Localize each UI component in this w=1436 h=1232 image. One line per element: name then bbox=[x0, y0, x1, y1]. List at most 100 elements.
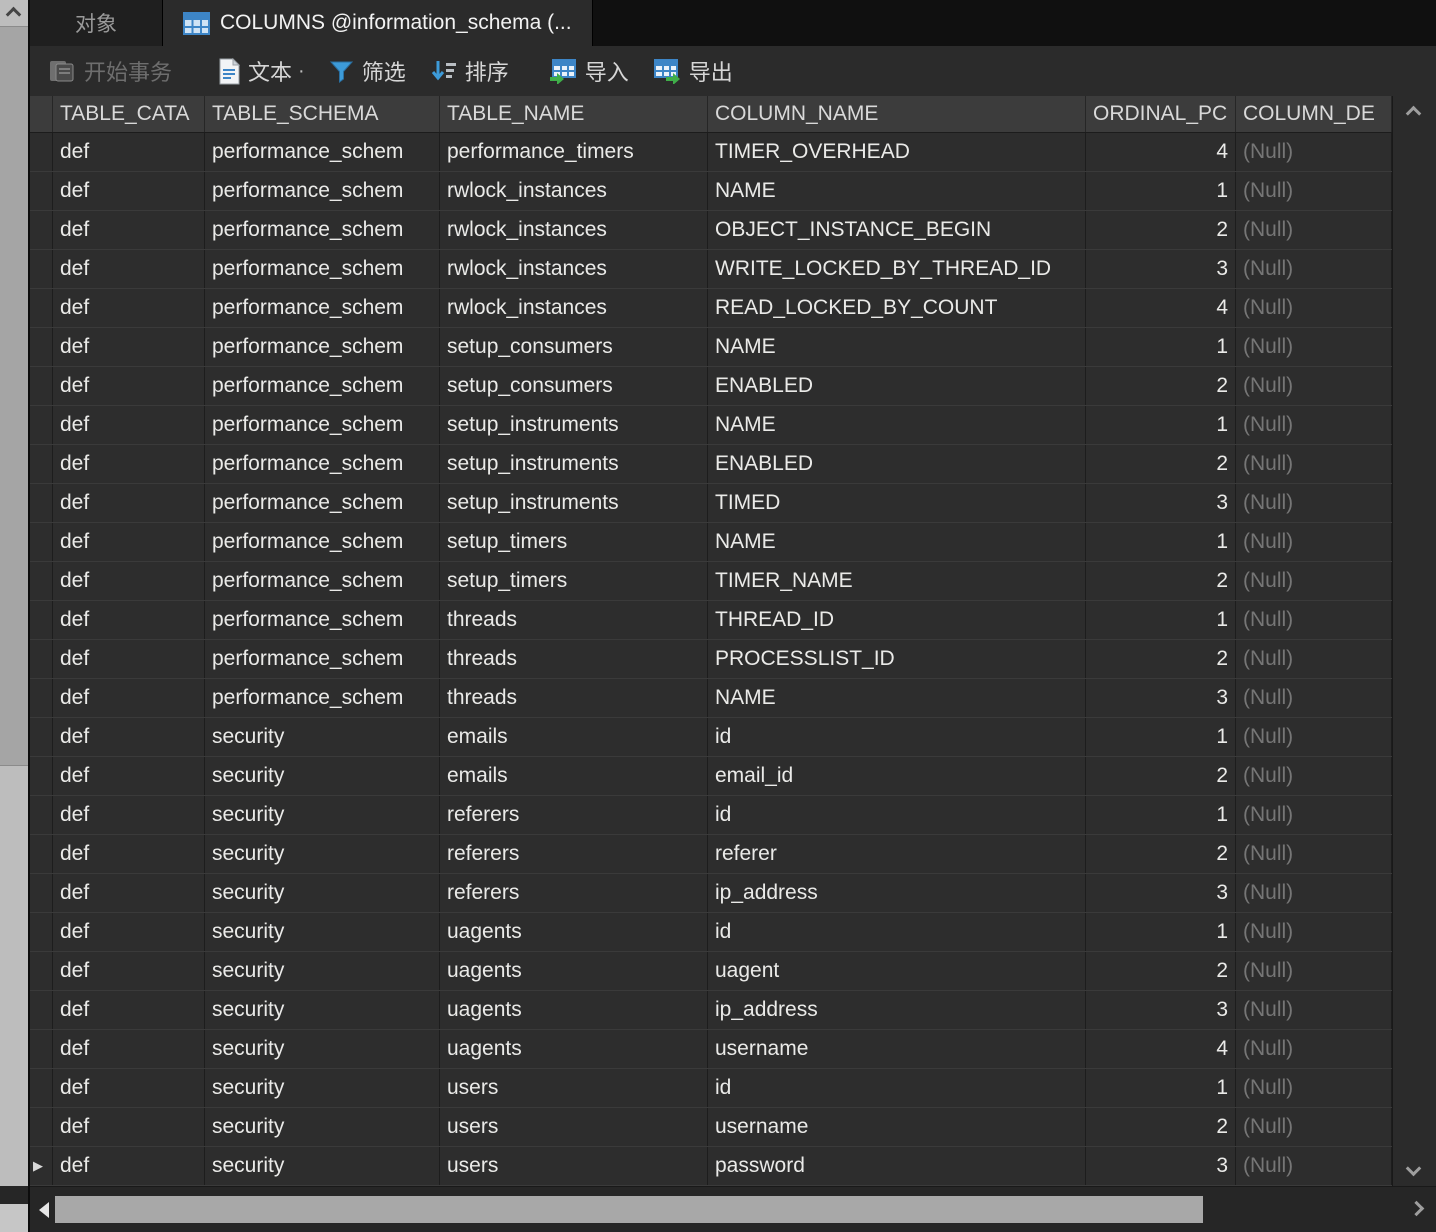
cell-table_catalog[interactable]: def bbox=[53, 952, 205, 990]
cell-table_schema[interactable]: performance_schem bbox=[205, 289, 440, 327]
table-row[interactable]: defperformance_schemsetup_consumersENABL… bbox=[30, 367, 1392, 406]
cell-table_name[interactable]: setup_instruments bbox=[440, 406, 708, 444]
table-row[interactable]: defperformance_schemthreadsTHREAD_ID1(Nu… bbox=[30, 601, 1392, 640]
cell-table_name[interactable]: setup_instruments bbox=[440, 484, 708, 522]
cell-table_catalog[interactable]: def bbox=[53, 874, 205, 912]
cell-table_catalog[interactable]: def bbox=[53, 835, 205, 873]
cell-table_catalog[interactable]: def bbox=[53, 679, 205, 717]
cell-column_name[interactable]: id bbox=[708, 718, 1086, 756]
cell-table_catalog[interactable]: def bbox=[53, 289, 205, 327]
cell-column_default[interactable]: (Null) bbox=[1236, 913, 1392, 951]
cell-table_name[interactable]: uagents bbox=[440, 952, 708, 990]
cell-table_catalog[interactable]: def bbox=[53, 367, 205, 405]
cell-table_schema[interactable]: security bbox=[205, 874, 440, 912]
cell-column_name[interactable]: WRITE_LOCKED_BY_THREAD_ID bbox=[708, 250, 1086, 288]
cell-ordinal_position[interactable]: 1 bbox=[1086, 601, 1236, 639]
cell-column_name[interactable]: NAME bbox=[708, 172, 1086, 210]
cell-column_default[interactable]: (Null) bbox=[1236, 250, 1392, 288]
cell-table_catalog[interactable]: def bbox=[53, 484, 205, 522]
column-header-column-name[interactable]: COLUMN_NAME bbox=[708, 96, 1086, 132]
cell-ordinal_position[interactable]: 2 bbox=[1086, 211, 1236, 249]
cell-column_default[interactable]: (Null) bbox=[1236, 133, 1392, 171]
cell-table_catalog[interactable]: def bbox=[53, 718, 205, 756]
cell-column_default[interactable]: (Null) bbox=[1236, 1108, 1392, 1146]
import-button[interactable]: 导入 bbox=[539, 51, 639, 91]
cell-table_catalog[interactable]: def bbox=[53, 1030, 205, 1068]
cell-column_default[interactable]: (Null) bbox=[1236, 289, 1392, 327]
cell-table_catalog[interactable]: def bbox=[53, 913, 205, 951]
cell-table_name[interactable]: setup_consumers bbox=[440, 328, 708, 366]
tab-columns-grid[interactable]: COLUMNS @information_schema (... bbox=[163, 0, 593, 46]
cell-table_catalog[interactable]: def bbox=[53, 172, 205, 210]
cell-column_default[interactable]: (Null) bbox=[1236, 874, 1392, 912]
cell-column_name[interactable]: id bbox=[708, 796, 1086, 834]
scrollbar-up-arrow-icon[interactable] bbox=[1406, 106, 1422, 122]
table-row[interactable]: defperformance_schemsetup_instrumentsTIM… bbox=[30, 484, 1392, 523]
cell-column_default[interactable]: (Null) bbox=[1236, 523, 1392, 561]
cell-table_schema[interactable]: security bbox=[205, 835, 440, 873]
cell-table_name[interactable]: users bbox=[440, 1147, 708, 1185]
table-row[interactable]: defsecurityusersusername2(Null) bbox=[30, 1108, 1392, 1147]
cell-ordinal_position[interactable]: 3 bbox=[1086, 991, 1236, 1029]
cell-ordinal_position[interactable]: 3 bbox=[1086, 1147, 1236, 1185]
cell-column_name[interactable]: referer bbox=[708, 835, 1086, 873]
table-row[interactable]: defsecurityuagentsip_address3(Null) bbox=[30, 991, 1392, 1030]
cell-table_catalog[interactable]: def bbox=[53, 523, 205, 561]
cell-table_catalog[interactable]: def bbox=[53, 1069, 205, 1107]
filter-button[interactable]: 筛选 bbox=[319, 51, 416, 91]
cell-ordinal_position[interactable]: 3 bbox=[1086, 679, 1236, 717]
table-row[interactable]: defperformance_schemperformance_timersTI… bbox=[30, 133, 1392, 172]
cell-table_catalog[interactable]: def bbox=[53, 445, 205, 483]
cell-table_schema[interactable]: performance_schem bbox=[205, 328, 440, 366]
cell-ordinal_position[interactable]: 3 bbox=[1086, 250, 1236, 288]
table-row[interactable]: defsecurityemailsid1(Null) bbox=[30, 718, 1392, 757]
cell-table_catalog[interactable]: def bbox=[53, 640, 205, 678]
cell-table_name[interactable]: rwlock_instances bbox=[440, 172, 708, 210]
cell-table_name[interactable]: setup_timers bbox=[440, 523, 708, 561]
cell-column_name[interactable]: ENABLED bbox=[708, 367, 1086, 405]
cell-table_schema[interactable]: performance_schem bbox=[205, 250, 440, 288]
cell-ordinal_position[interactable]: 2 bbox=[1086, 952, 1236, 990]
cell-column_default[interactable]: (Null) bbox=[1236, 484, 1392, 522]
cell-column_default[interactable]: (Null) bbox=[1236, 835, 1392, 873]
cell-column_name[interactable]: ip_address bbox=[708, 874, 1086, 912]
cell-ordinal_position[interactable]: 1 bbox=[1086, 328, 1236, 366]
cell-column_name[interactable]: uagent bbox=[708, 952, 1086, 990]
cell-table_schema[interactable]: performance_schem bbox=[205, 640, 440, 678]
scroll-left-arrow-icon[interactable] bbox=[39, 1202, 49, 1218]
cell-column_name[interactable]: PROCESSLIST_ID bbox=[708, 640, 1086, 678]
cell-table_name[interactable]: emails bbox=[440, 757, 708, 795]
cell-column_name[interactable]: password bbox=[708, 1147, 1086, 1185]
table-row[interactable]: defperformance_schemrwlock_instancesOBJE… bbox=[30, 211, 1392, 250]
cell-column_default[interactable]: (Null) bbox=[1236, 991, 1392, 1029]
cell-table_name[interactable]: rwlock_instances bbox=[440, 211, 708, 249]
cell-table_schema[interactable]: performance_schem bbox=[205, 523, 440, 561]
cell-table_name[interactable]: threads bbox=[440, 679, 708, 717]
cell-table_schema[interactable]: performance_schem bbox=[205, 601, 440, 639]
column-header-table-name[interactable]: TABLE_NAME bbox=[440, 96, 708, 132]
column-header-column-default[interactable]: COLUMN_DE bbox=[1236, 96, 1392, 132]
cell-ordinal_position[interactable]: 4 bbox=[1086, 1030, 1236, 1068]
cell-column_name[interactable]: email_id bbox=[708, 757, 1086, 795]
cell-table_catalog[interactable]: def bbox=[53, 406, 205, 444]
cell-table_name[interactable]: setup_timers bbox=[440, 562, 708, 600]
table-row[interactable]: defsecurityreferersreferer2(Null) bbox=[30, 835, 1392, 874]
left-scrollbar[interactable] bbox=[0, 0, 30, 1232]
cell-ordinal_position[interactable]: 3 bbox=[1086, 484, 1236, 522]
cell-column_name[interactable]: NAME bbox=[708, 523, 1086, 561]
cell-table_schema[interactable]: security bbox=[205, 991, 440, 1029]
cell-ordinal_position[interactable]: 2 bbox=[1086, 1108, 1236, 1146]
table-row[interactable]: defsecurityuagentsuagent2(Null) bbox=[30, 952, 1392, 991]
cell-table_catalog[interactable]: def bbox=[53, 796, 205, 834]
table-row[interactable]: defperformance_schemthreadsPROCESSLIST_I… bbox=[30, 640, 1392, 679]
cell-table_name[interactable]: rwlock_instances bbox=[440, 250, 708, 288]
table-row[interactable]: defsecurityusersid1(Null) bbox=[30, 1069, 1392, 1108]
cell-ordinal_position[interactable]: 1 bbox=[1086, 1069, 1236, 1107]
cell-column_default[interactable]: (Null) bbox=[1236, 757, 1392, 795]
column-header-table-schema[interactable]: TABLE_SCHEMA bbox=[205, 96, 440, 132]
export-button[interactable]: 导出 bbox=[643, 51, 743, 91]
cell-table_schema[interactable]: performance_schem bbox=[205, 484, 440, 522]
cell-table_name[interactable]: setup_consumers bbox=[440, 367, 708, 405]
cell-column_default[interactable]: (Null) bbox=[1236, 640, 1392, 678]
cell-ordinal_position[interactable]: 1 bbox=[1086, 172, 1236, 210]
